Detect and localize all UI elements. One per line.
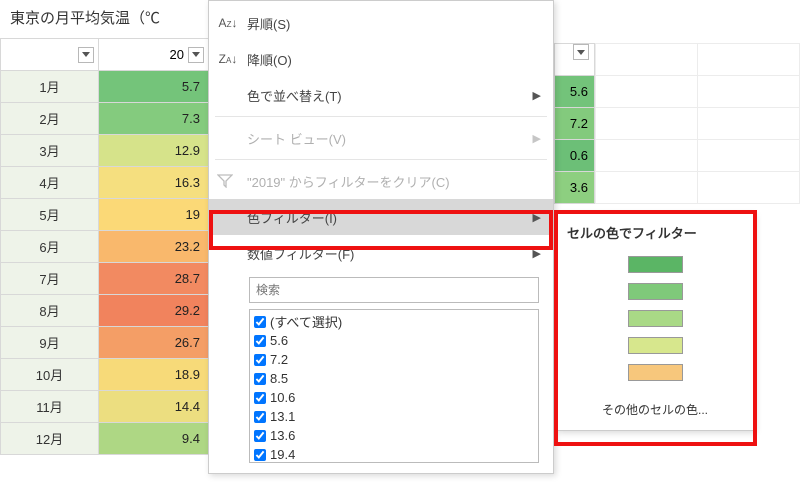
filter-value: 13.6: [270, 428, 295, 443]
filter-value: 13.1: [270, 409, 295, 424]
row-label: 12月: [1, 423, 99, 455]
dropdown-icon[interactable]: [573, 44, 589, 60]
data-cell[interactable]: 3.6: [555, 172, 595, 204]
filter-check[interactable]: [254, 392, 266, 404]
data-cell[interactable]: 29.2: [99, 295, 209, 327]
filter-check[interactable]: [254, 373, 266, 385]
sort-asc-icon: AZ↓: [217, 16, 239, 30]
filter-check[interactable]: [254, 335, 266, 347]
data-cell[interactable]: 14.4: [99, 391, 209, 423]
row-label: 10月: [1, 359, 99, 391]
filter-check[interactable]: [254, 430, 266, 442]
data-cell[interactable]: 5.7: [99, 71, 209, 103]
data-cell[interactable]: 16.3: [99, 167, 209, 199]
filter-value-list[interactable]: (すべて選択) 5.67.28.510.613.113.619.4: [249, 309, 539, 463]
filter-check[interactable]: [254, 411, 266, 423]
color-filter-submenu: セルの色でフィルター その他のセルの色...: [556, 212, 754, 431]
funnel-clear-icon: [217, 174, 239, 188]
filter-value: 10.6: [270, 390, 295, 405]
filter-value: 5.6: [270, 333, 288, 348]
submenu-header: セルの色でフィルター: [557, 219, 753, 250]
row-label: 1月: [1, 71, 99, 103]
data-cell[interactable]: 0.6: [555, 140, 595, 172]
sort-desc[interactable]: ZA↓ 降順(O): [209, 41, 553, 77]
row-label: 2月: [1, 103, 99, 135]
chevron-right-icon: ▶: [533, 89, 541, 102]
color-swatch[interactable]: [628, 337, 683, 354]
row-label: 5月: [1, 199, 99, 231]
data-cell[interactable]: 19: [99, 199, 209, 231]
header-month[interactable]: [1, 39, 99, 71]
data-table: 20: [0, 38, 209, 71]
sheet-view: シート ビュー(V)▶: [209, 120, 553, 156]
filter-value: 7.2: [270, 352, 288, 367]
dropdown-icon[interactable]: [188, 47, 204, 63]
color-filter[interactable]: 色フィルター(I)▶: [209, 199, 553, 235]
sort-by-color[interactable]: 色で並べ替え(T)▶: [209, 77, 553, 113]
clear-filter: "2019" からフィルターをクリア(C): [209, 163, 553, 199]
row-label: 8月: [1, 295, 99, 327]
data-cell[interactable]: 23.2: [99, 231, 209, 263]
filter-value: 8.5: [270, 371, 288, 386]
filter-check[interactable]: [254, 449, 266, 461]
check-all[interactable]: [254, 316, 266, 328]
chevron-right-icon: ▶: [533, 132, 541, 145]
color-swatch[interactable]: [628, 364, 683, 381]
data-cell[interactable]: 7.3: [99, 103, 209, 135]
data-cell[interactable]: 26.7: [99, 327, 209, 359]
filter-check[interactable]: [254, 354, 266, 366]
data-cell[interactable]: 28.7: [99, 263, 209, 295]
chevron-right-icon: ▶: [533, 211, 541, 224]
sort-asc[interactable]: AZ↓ 昇順(S): [209, 5, 553, 41]
chevron-right-icon: ▶: [533, 247, 541, 260]
data-cell[interactable]: 7.2: [555, 108, 595, 140]
color-swatch[interactable]: [628, 283, 683, 300]
header-year[interactable]: 20: [99, 39, 209, 71]
filter-context-menu: AZ↓ 昇順(S) ZA↓ 降順(O) 色で並べ替え(T)▶ シート ビュー(V…: [208, 0, 554, 474]
data-cell[interactable]: 9.4: [99, 423, 209, 455]
data-cell[interactable]: 12.9: [99, 135, 209, 167]
row-label: 6月: [1, 231, 99, 263]
number-filter[interactable]: 数値フィルター(F)▶: [209, 235, 553, 271]
dropdown-icon[interactable]: [78, 47, 94, 63]
sort-desc-icon: ZA↓: [217, 52, 239, 66]
row-label: 9月: [1, 327, 99, 359]
row-label: 4月: [1, 167, 99, 199]
more-cell-colors[interactable]: その他のセルの色...: [557, 391, 753, 424]
row-label: 7月: [1, 263, 99, 295]
row-label: 3月: [1, 135, 99, 167]
data-cell[interactable]: 18.9: [99, 359, 209, 391]
filter-search-input[interactable]: [249, 277, 539, 303]
color-swatch[interactable]: [628, 256, 683, 273]
row-label: 11月: [1, 391, 99, 423]
filter-value: 19.4: [270, 447, 295, 462]
color-swatch[interactable]: [628, 310, 683, 327]
data-cell[interactable]: 5.6: [555, 76, 595, 108]
